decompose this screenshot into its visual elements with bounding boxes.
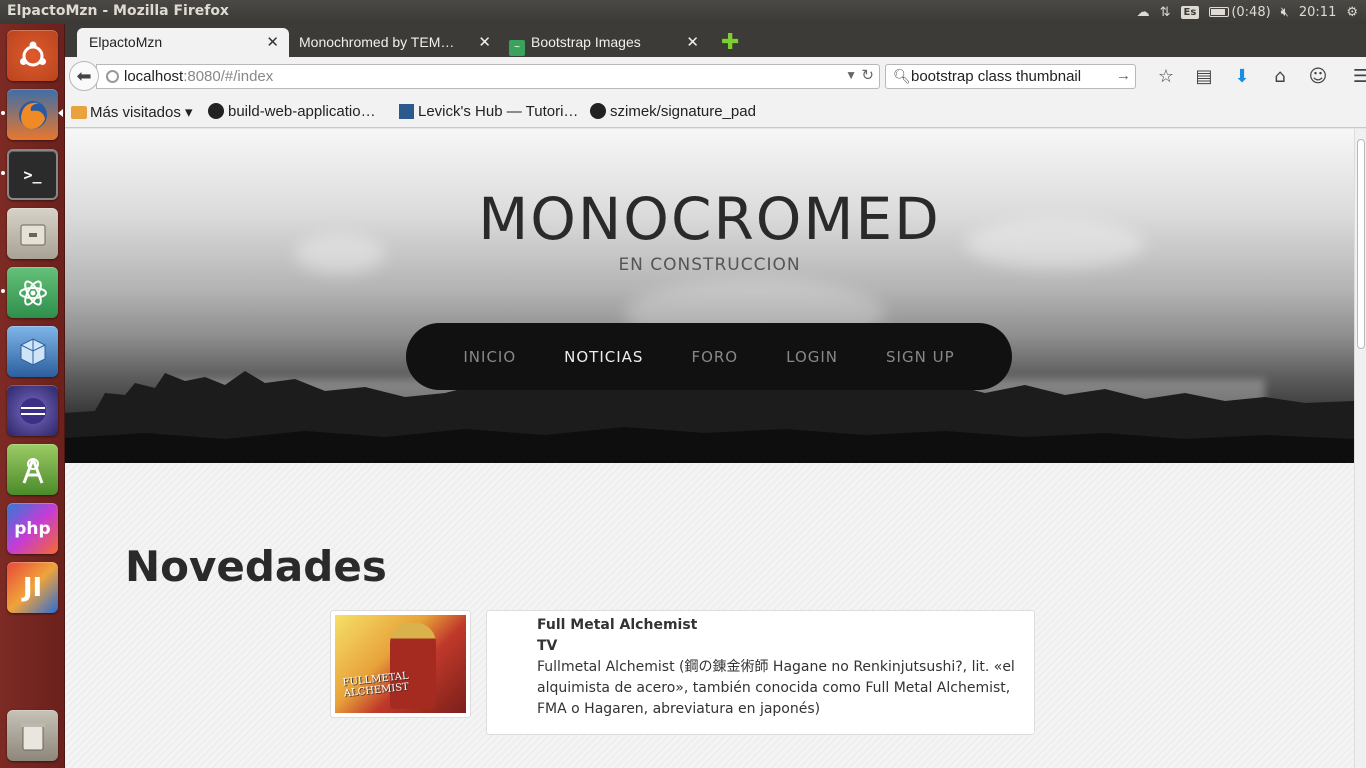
news-thumbnail[interactable]: FULLMETAL ALCHEMIST: [330, 610, 471, 718]
news-type: TV: [537, 638, 558, 654]
page-content: MONOCROMED EN CONSTRUCCION INICIO NOTICI…: [65, 129, 1354, 768]
menu-hamburger-icon[interactable]: ☰: [1342, 66, 1366, 87]
downloads-icon[interactable]: ⬇: [1223, 66, 1261, 87]
toolbar-icons: ☆ ▤ ⬇ ⌂ ☺ ☰: [1147, 66, 1366, 87]
unity-launcher: >_ php JI: [0, 24, 65, 768]
character-figure: [390, 623, 436, 709]
bootstrap-favicon-icon: ~: [509, 40, 525, 56]
home-icon[interactable]: ⌂: [1261, 66, 1299, 87]
globe-icon: [106, 70, 119, 83]
eclipse-icon[interactable]: [7, 385, 58, 436]
tab-label: Bootstrap Images: [531, 34, 641, 50]
focused-indicator: [58, 109, 63, 117]
android-studio-icon[interactable]: [7, 444, 58, 495]
intellij-icon[interactable]: JI: [7, 562, 58, 613]
battery-icon: [1209, 7, 1230, 17]
url-path: :8080/#/index: [183, 68, 274, 85]
bookmarks-toolbar: Más visitados ▾ build-web-applicatio… Le…: [65, 95, 1366, 128]
history-dropdown-icon[interactable]: ▼: [845, 68, 857, 82]
close-icon[interactable]: ✕: [686, 33, 699, 51]
nav-inicio[interactable]: INICIO: [439, 348, 540, 366]
system-tray: ☁ ⇅ Es (0:48) 🔇︎ 20:11 ⚙: [1137, 0, 1366, 24]
keyboard-layout-indicator[interactable]: Es: [1180, 5, 1200, 19]
bookmark-label: Más visitados ▾: [90, 104, 193, 121]
site-subtitle: EN CONSTRUCCION: [618, 255, 801, 275]
battery-indicator[interactable]: (0:48): [1209, 4, 1271, 20]
bookmark-mas-visitados[interactable]: Más visitados ▾: [71, 103, 193, 121]
nav-login[interactable]: LOGIN: [762, 348, 862, 366]
navigation-toolbar: localhost:8080/#/index ▼ ↻ ⬅ 🔍︎ bootstra…: [65, 57, 1366, 95]
back-button[interactable]: ⬅: [69, 61, 99, 91]
tab-monochromed[interactable]: Monochromed by TEM… ✕: [287, 28, 501, 57]
cloud-icon[interactable]: ☁: [1137, 5, 1150, 20]
gear-icon[interactable]: ⚙: [1346, 5, 1358, 20]
terminal-icon[interactable]: >_: [7, 149, 58, 200]
tab-label: Monochromed by TEM…: [299, 34, 455, 50]
fullmetal-alchemist-image: FULLMETAL ALCHEMIST: [335, 615, 466, 713]
back-arrow-icon: ⬅: [76, 65, 92, 87]
url-host: localhost: [124, 68, 184, 85]
bookmark-build-web[interactable]: build-web-applicatio…: [208, 103, 376, 120]
bookmark-star-icon[interactable]: ☆: [1147, 66, 1185, 87]
site-nav-menu: INICIO NOTICIAS FORO LOGIN SIGN UP: [406, 323, 1012, 390]
hero-banner: MONOCROMED EN CONSTRUCCION INICIO NOTICI…: [65, 129, 1354, 463]
scrollbar-thumb[interactable]: [1357, 139, 1365, 349]
firefox-icon[interactable]: [7, 89, 58, 140]
bookmark-label: Levick's Hub — Tutori…: [418, 103, 579, 120]
news-description: Fullmetal Alchemist (鋼の錬金術師 Hagane no Re…: [537, 659, 1015, 717]
bookmark-label: build-web-applicatio…: [228, 103, 376, 120]
close-icon[interactable]: ✕: [478, 33, 491, 51]
search-go-arrow-icon[interactable]: →: [1116, 67, 1131, 84]
section-heading: Novedades: [125, 542, 387, 591]
nav-noticias[interactable]: NOTICIAS: [540, 348, 667, 366]
github-icon: [208, 103, 224, 119]
search-bar[interactable]: 🔍︎ bootstrap class thumbnail →: [885, 64, 1136, 89]
bookmark-signature-pad[interactable]: szimek/signature_pad: [590, 103, 756, 120]
new-tab-plus-icon[interactable]: ✚: [721, 30, 739, 55]
tab-bootstrap-images[interactable]: ~ Bootstrap Images ✕: [497, 28, 709, 57]
site-icon: [399, 104, 414, 119]
bookmark-label: szimek/signature_pad: [610, 103, 756, 120]
url-bar[interactable]: localhost:8080/#/index ▼ ↻: [96, 64, 880, 89]
reading-list-icon[interactable]: ▤: [1185, 66, 1223, 87]
virtualbox-icon[interactable]: [7, 326, 58, 377]
search-query: bootstrap class thumbnail: [911, 68, 1082, 85]
tab-elpactomzn[interactable]: ElpactoMzn ✕: [77, 28, 289, 57]
tab-strip: ElpactoMzn ✕ Monochromed by TEM… ✕ ~ Boot…: [65, 24, 1366, 57]
trash-icon[interactable]: [7, 710, 58, 761]
phpstorm-icon[interactable]: php: [7, 503, 58, 554]
bookmark-levicks-hub[interactable]: Levick's Hub — Tutori…: [399, 103, 578, 120]
running-indicator: [1, 171, 5, 175]
running-indicator: [1, 111, 5, 115]
chat-icon[interactable]: ☺: [1299, 66, 1337, 87]
nav-foro[interactable]: FORO: [667, 348, 762, 366]
close-icon[interactable]: ✕: [266, 33, 279, 51]
ubuntu-dash-icon[interactable]: [7, 30, 58, 81]
system-top-panel: ElpactoMzn - Mozilla Firefox ☁ ⇅ Es (0:4…: [0, 0, 1366, 24]
site-title: MONOCROMED: [478, 185, 941, 253]
news-card: Full Metal Alchemist TV Fullmetal Alchem…: [486, 610, 1035, 735]
battery-time: (0:48): [1231, 4, 1271, 20]
folder-icon: [71, 106, 87, 119]
reload-icon[interactable]: ↻: [861, 66, 874, 84]
running-indicator: [1, 289, 5, 293]
nav-sign-up[interactable]: SIGN UP: [862, 348, 979, 366]
window-title: ElpactoMzn - Mozilla Firefox: [7, 3, 229, 19]
firefox-window: ElpactoMzn ✕ Monochromed by TEM… ✕ ~ Boot…: [65, 24, 1366, 768]
page-scrollbar[interactable]: [1354, 129, 1366, 768]
files-icon[interactable]: [7, 208, 58, 259]
github-icon: [590, 103, 606, 119]
volume-muted-icon[interactable]: 🔇︎: [1281, 5, 1289, 20]
news-title: Full Metal Alchemist: [537, 617, 698, 633]
clock[interactable]: 20:11: [1299, 5, 1336, 20]
atom-icon[interactable]: [7, 267, 58, 318]
search-icon: 🔍︎: [893, 68, 911, 84]
network-icon[interactable]: ⇅: [1160, 5, 1171, 20]
tab-label: ElpactoMzn: [89, 34, 163, 50]
